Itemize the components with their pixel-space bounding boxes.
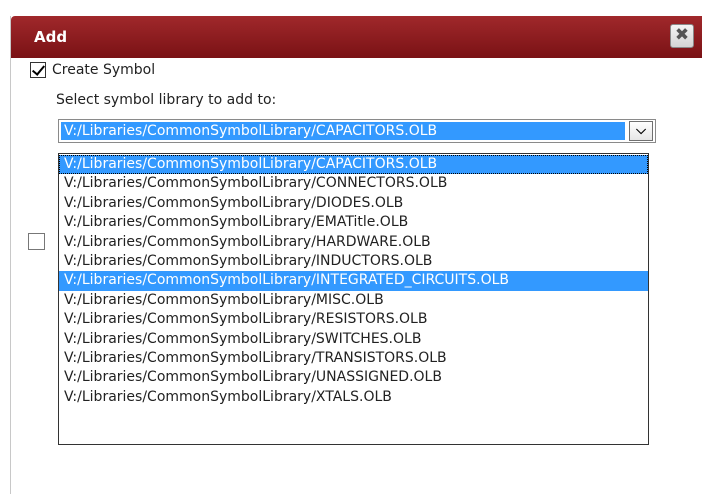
create-symbol-checkbox[interactable] bbox=[30, 62, 46, 78]
dropdown-option[interactable]: V:/Libraries/CommonSymbolLibrary/CAPACIT… bbox=[59, 155, 648, 175]
dropdown-option[interactable]: V:/Libraries/CommonSymbolLibrary/UNASSIG… bbox=[59, 368, 648, 387]
create-symbol-label: Create Symbol bbox=[52, 62, 156, 78]
dropdown-option[interactable]: V:/Libraries/CommonSymbolLibrary/EMATitl… bbox=[59, 213, 648, 232]
dropdown-option[interactable]: V:/Libraries/CommonSymbolLibrary/INTEGRA… bbox=[59, 271, 648, 291]
dropdown-option[interactable]: V:/Libraries/CommonSymbolLibrary/TRANSIS… bbox=[59, 349, 648, 368]
dialog-titlebar[interactable]: Add ✖ bbox=[11, 16, 702, 58]
library-dropdown-list: V:/Libraries/CommonSymbolLibrary/CAPACIT… bbox=[58, 153, 649, 445]
dropdown-option[interactable]: V:/Libraries/CommonSymbolLibrary/INDUCTO… bbox=[59, 252, 648, 271]
dropdown-option[interactable]: V:/Libraries/CommonSymbolLibrary/CONNECT… bbox=[59, 174, 648, 193]
dropdown-option[interactable]: V:/Libraries/CommonSymbolLibrary/XTALS.O… bbox=[59, 388, 648, 407]
library-prompt-label: Select symbol library to add to: bbox=[56, 92, 277, 108]
second-option-checkbox[interactable] bbox=[28, 233, 45, 250]
library-select[interactable]: V:/Libraries/CommonSymbolLibrary/CAPACIT… bbox=[58, 119, 656, 143]
close-icon: ✖ bbox=[674, 25, 690, 45]
dropdown-option[interactable]: V:/Libraries/CommonSymbolLibrary/RESISTO… bbox=[59, 310, 648, 329]
close-button[interactable]: ✖ bbox=[670, 24, 694, 48]
dropdown-toggle-button[interactable]: ⌵ bbox=[629, 121, 653, 141]
dropdown-option[interactable]: V:/Libraries/CommonSymbolLibrary/DIODES.… bbox=[59, 194, 648, 213]
library-select-value: V:/Libraries/CommonSymbolLibrary/CAPACIT… bbox=[61, 122, 625, 140]
chevron-down-icon: ⌵ bbox=[636, 123, 646, 138]
dropdown-option[interactable]: V:/Libraries/CommonSymbolLibrary/MISC.OL… bbox=[59, 291, 648, 310]
dialog-title: Add bbox=[34, 28, 68, 46]
dropdown-option[interactable]: V:/Libraries/CommonSymbolLibrary/HARDWAR… bbox=[59, 233, 648, 252]
dropdown-option[interactable]: V:/Libraries/CommonSymbolLibrary/SWITCHE… bbox=[59, 330, 648, 349]
